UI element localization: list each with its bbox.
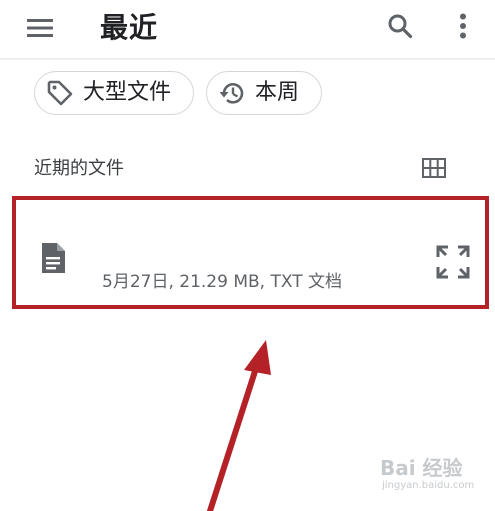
section-title: 近期的文件 [34,158,124,179]
page-title: 最近 [100,11,159,44]
hamburger-menu-icon[interactable] [20,8,60,48]
grid-view-icon[interactable] [418,152,450,184]
search-icon[interactable] [380,6,420,46]
filter-chip-this-week[interactable]: 本周 [206,71,322,115]
file-metadata: 5月27日, 21.29 MB, TXT 文档 [102,272,342,292]
file-list-item[interactable]: 5月27日, 21.29 MB, TXT 文档 [12,196,489,309]
document-icon [40,243,66,273]
top-app-bar: 最近 [0,0,495,58]
chip-label: 大型文件 [83,80,172,105]
more-vert-icon[interactable] [445,6,481,46]
history-icon [217,78,247,108]
watermark-url: jingyan.baidu.com [382,480,475,491]
chip-label: 本周 [255,80,300,105]
tag-icon [45,78,75,108]
app-bar-divider [0,58,495,60]
watermark-logo-text: Bai 经验 [380,456,463,480]
watermark: Bai 经验 jingyan.baidu.com [380,456,480,496]
expand-icon[interactable] [433,242,473,282]
filter-chip-large-files[interactable]: 大型文件 [34,71,194,115]
